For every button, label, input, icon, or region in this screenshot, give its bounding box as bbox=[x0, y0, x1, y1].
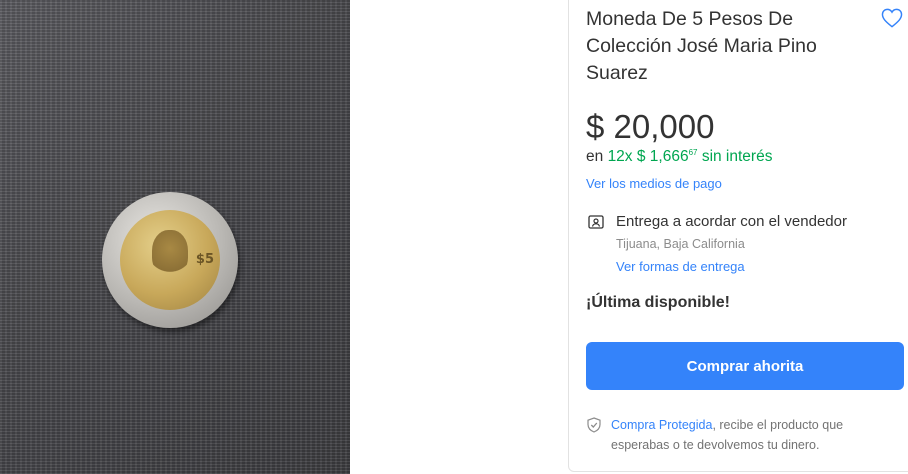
coin-portrait bbox=[152, 230, 188, 276]
price: $ 20,000 bbox=[586, 108, 715, 145]
stock-status: ¡Última disponible! bbox=[586, 294, 730, 311]
buy-now-button[interactable]: Comprar ahorita bbox=[586, 342, 904, 390]
delivery-options-link[interactable]: Ver formas de entrega bbox=[616, 259, 745, 274]
coin-center: $5 bbox=[120, 210, 220, 310]
purchase-protection-text: Compra Protegida, recibe el producto que… bbox=[611, 415, 891, 455]
installments-cents: 67 bbox=[688, 148, 698, 157]
delivery-title: Entrega a acordar con el vendedor bbox=[616, 213, 847, 230]
product-image[interactable]: $5 bbox=[0, 0, 350, 474]
installments-prefix: en bbox=[586, 148, 604, 165]
payment-methods-link[interactable]: Ver los medios de pago bbox=[586, 176, 722, 191]
installments-info: en 12x $ 1,66667 sin interés bbox=[586, 148, 772, 166]
installments-suffix: sin interés bbox=[701, 148, 773, 165]
coin-photo: $5 bbox=[102, 192, 238, 328]
installments-amount: $ 1,666 bbox=[636, 148, 689, 165]
installments-count: 12x bbox=[607, 148, 633, 165]
protected-purchase-link[interactable]: Compra Protegida bbox=[611, 418, 712, 432]
product-title: Moneda De 5 Pesos De Colección José Mari… bbox=[586, 8, 817, 84]
person-card-icon bbox=[588, 215, 604, 229]
coin-denomination-mark: $5 bbox=[195, 252, 214, 267]
shield-check-icon bbox=[587, 417, 601, 433]
heart-outline-icon[interactable] bbox=[881, 8, 903, 28]
delivery-location: Tijuana, Baja California bbox=[616, 237, 745, 251]
